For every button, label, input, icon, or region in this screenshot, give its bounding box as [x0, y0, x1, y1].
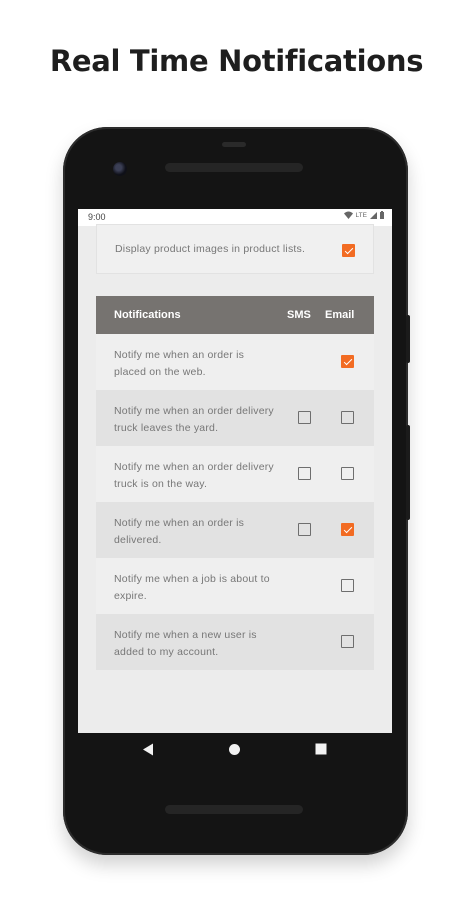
wifi-icon — [343, 211, 353, 219]
email-checkbox[interactable] — [341, 635, 354, 648]
table-row: Notify me when an order is placed on the… — [96, 334, 374, 390]
email-checkbox[interactable] — [341, 467, 354, 480]
display-images-checkbox[interactable] — [342, 244, 355, 257]
table-row: Notify me when an order delivery truck i… — [96, 446, 374, 502]
status-icons: LTE — [343, 211, 384, 219]
home-icon[interactable] — [228, 743, 241, 756]
row-label: Notify me when a job is about to expire. — [114, 573, 270, 602]
network-type: LTE — [355, 211, 367, 219]
android-nav-bar — [78, 733, 392, 767]
top-notch — [222, 142, 246, 147]
notifications-table-header: Notifications SMS Email — [96, 296, 374, 334]
sms-checkbox[interactable] — [298, 411, 311, 424]
top-speaker — [165, 163, 303, 172]
table-row: Notify me when a new user is added to my… — [96, 614, 374, 670]
row-label: Notify me when an order is delivered. — [114, 517, 245, 546]
volume-button — [406, 425, 410, 520]
row-label: Notify me when a new user is added to my… — [114, 629, 257, 658]
row-label: Notify me when an order delivery truck i… — [114, 461, 274, 490]
bottom-speaker — [165, 805, 303, 814]
table-row: Notify me when a job is about to expire. — [96, 558, 374, 614]
table-row: Notify me when an order delivery truck l… — [96, 390, 374, 446]
signal-icon — [370, 211, 377, 219]
row-label: Notify me when an order is placed on the… — [114, 349, 245, 378]
email-checkbox[interactable] — [341, 355, 354, 368]
sms-checkbox[interactable] — [298, 467, 311, 480]
header-sms: SMS — [287, 309, 311, 321]
email-checkbox[interactable] — [341, 523, 354, 536]
email-checkbox[interactable] — [341, 579, 354, 592]
notifications-table: Notify me when an order is placed on the… — [96, 334, 374, 670]
status-time: 9:00 — [88, 212, 106, 222]
app-screen: 9:00 LTE Display product images in produ… — [78, 209, 392, 733]
header-email: Email — [325, 309, 355, 321]
table-row: Notify me when an order is delivered. — [96, 502, 374, 558]
email-checkbox[interactable] — [341, 411, 354, 424]
display-setting-row: Display product images in product lists. — [96, 224, 374, 274]
back-icon[interactable] — [142, 743, 154, 756]
header-notifications: Notifications — [114, 309, 181, 321]
display-setting-label: Display product images in product lists. — [115, 243, 306, 255]
recents-icon[interactable] — [315, 743, 327, 755]
front-camera — [113, 162, 127, 176]
row-label: Notify me when an order delivery truck l… — [114, 405, 274, 434]
settings-content: Display product images in product lists.… — [78, 224, 392, 733]
battery-icon — [380, 211, 384, 219]
power-button — [406, 315, 410, 363]
page-title: Real Time Notifications — [49, 44, 424, 78]
sms-checkbox[interactable] — [298, 523, 311, 536]
